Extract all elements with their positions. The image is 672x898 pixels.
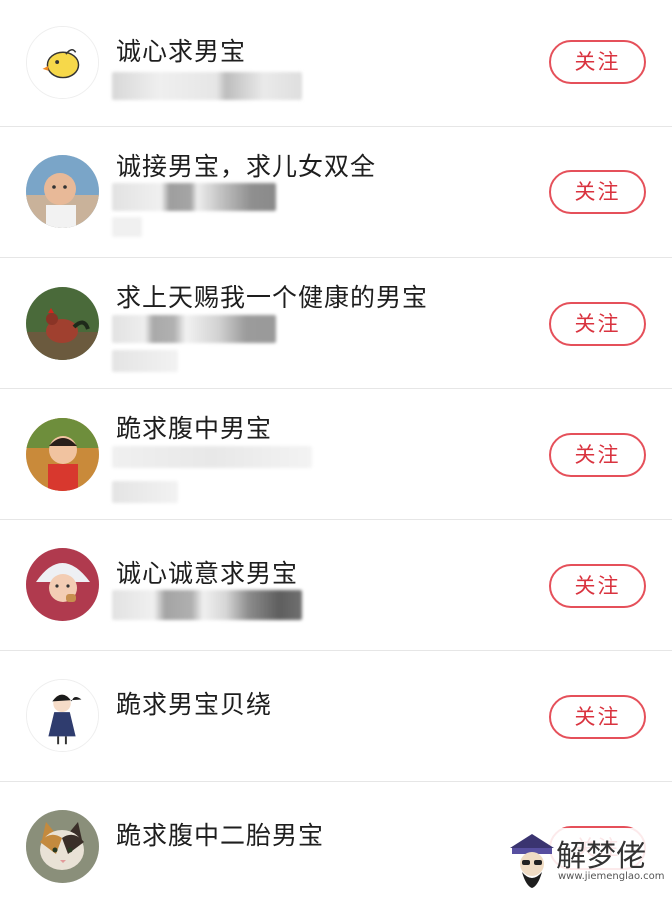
avatar[interactable] (26, 287, 99, 360)
masked-text (112, 446, 312, 468)
chick-icon (27, 27, 98, 98)
toddler-photo-icon (26, 418, 99, 491)
masked-text (112, 315, 276, 343)
list-item[interactable]: 诚心诚意求男宝 关注 (0, 520, 672, 651)
girl-cartoon-icon (27, 680, 98, 751)
masked-text (112, 350, 178, 372)
watermark: 解梦佬 www.jiemenglao.com (502, 828, 670, 894)
follow-button[interactable]: 关注 (549, 170, 646, 214)
avatar[interactable] (26, 679, 99, 752)
avatar[interactable] (26, 26, 99, 99)
avatar[interactable] (26, 548, 99, 621)
masked-text (112, 590, 302, 620)
follow-button[interactable]: 关注 (549, 40, 646, 84)
avatar[interactable] (26, 810, 99, 883)
follow-button[interactable]: 关注 (549, 302, 646, 346)
masked-text (112, 72, 302, 100)
list-item[interactable]: 求上天赐我一个健康的男宝 关注 (0, 258, 672, 389)
item-title: 跪求腹中二胎男宝 (116, 821, 325, 850)
watermark-url: www.jiemenglao.com (558, 871, 665, 882)
item-title: 跪求腹中男宝 (116, 414, 273, 443)
fortune-teller-logo-icon (510, 834, 554, 888)
user-list: 诚心求男宝 关注 诚接男宝，求儿女双全 关注 求上天赐我一个健康的男宝 关注 跪… (0, 0, 672, 898)
cat-photo-icon (26, 810, 99, 883)
masked-text (112, 183, 276, 211)
list-item[interactable]: 诚心求男宝 关注 (0, 0, 672, 127)
watermark-name: 解梦佬 (556, 839, 646, 874)
item-title: 求上天赐我一个健康的男宝 (116, 283, 429, 312)
follow-button[interactable]: 关注 (549, 695, 646, 739)
list-item[interactable]: 诚接男宝，求儿女双全 关注 (0, 127, 672, 258)
masked-text (112, 481, 178, 503)
avatar[interactable] (26, 418, 99, 491)
item-title: 诚心诚意求男宝 (116, 559, 299, 588)
item-title: 诚接男宝，求儿女双全 (116, 152, 377, 181)
follow-button[interactable]: 关注 (549, 564, 646, 608)
follow-button[interactable]: 关注 (549, 433, 646, 477)
item-title: 跪求男宝贝绕 (116, 690, 273, 719)
list-item[interactable]: 跪求腹中男宝 关注 (0, 389, 672, 520)
rooster-photo-icon (26, 287, 99, 360)
baby-photo-icon (26, 155, 99, 228)
avatar[interactable] (26, 155, 99, 228)
masked-text (112, 217, 142, 237)
baby-hat-photo-icon (26, 548, 99, 621)
list-item[interactable]: 跪求男宝贝绕 关注 (0, 651, 672, 782)
item-title: 诚心求男宝 (116, 37, 247, 66)
